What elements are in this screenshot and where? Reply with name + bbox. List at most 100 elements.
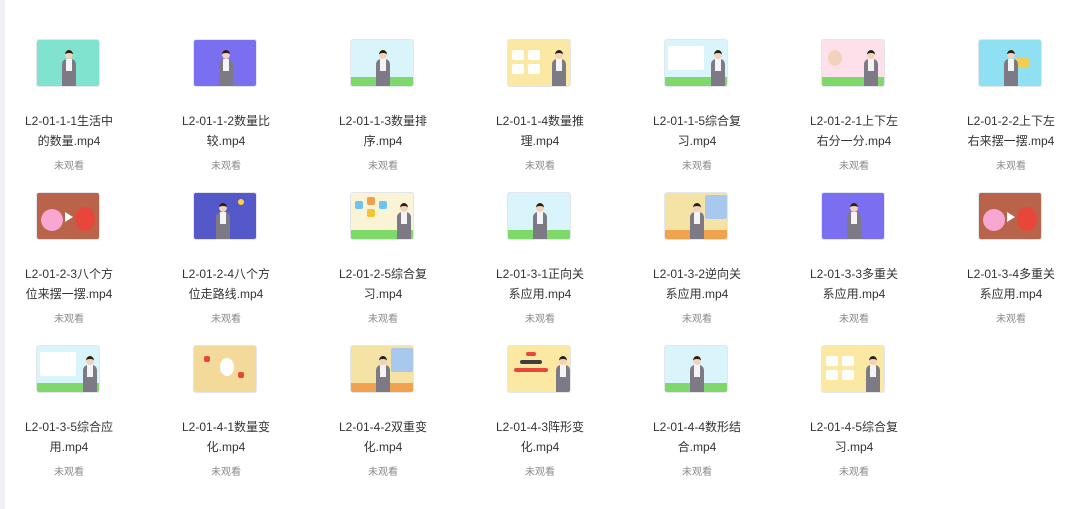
teacher-puzzle-icon (822, 346, 884, 392)
video-thumbnail[interactable] (507, 192, 571, 240)
video-thumbnail[interactable] (36, 345, 100, 393)
watch-status: 未观看 (211, 314, 241, 325)
video-title[interactable]: L2-01-3-3多重关系应用.mp4 (806, 264, 902, 304)
video-tile-16[interactable]: L2-01-4-1数量变化.mp4 未观看 (160, 345, 317, 498)
watch-status: 未观看 (996, 314, 1026, 325)
video-title[interactable]: L2-01-4-5综合复习.mp4 (806, 417, 902, 457)
watch-status: 未观看 (839, 467, 869, 478)
video-thumbnail[interactable] (664, 39, 728, 87)
video-thumbnail[interactable] (193, 345, 257, 393)
teacher-window-icon (351, 346, 413, 392)
video-list-page: L2-01-1-1生活中的数量.mp4 未观看 L2-01-1-2数量比较.mp… (0, 0, 1071, 509)
video-tile-17[interactable]: L2-01-4-2双重变化.mp4 未观看 (317, 345, 474, 498)
video-title[interactable]: L2-01-3-5综合应用.mp4 (21, 417, 117, 457)
teacher-diagram-icon (351, 193, 413, 239)
video-title[interactable]: L2-01-1-5综合复习.mp4 (649, 111, 745, 151)
watch-status: 未观看 (54, 161, 84, 172)
video-thumbnail[interactable] (350, 345, 414, 393)
video-tile-14[interactable]: L2-01-3-4多重关系应用.mp4 未观看 (945, 192, 1071, 345)
game-board-icon (194, 346, 256, 392)
video-tile-7[interactable]: L2-01-2-2上下左右来摆一摆.mp4 未观看 (945, 39, 1071, 192)
video-tile-1[interactable]: L2-01-1-1生活中的数量.mp4 未观看 (3, 39, 160, 192)
video-thumbnail[interactable] (821, 345, 885, 393)
watch-status: 未观看 (525, 314, 555, 325)
video-thumbnail[interactable] (193, 192, 257, 240)
video-thumbnail[interactable] (36, 192, 100, 240)
video-thumbnail[interactable] (507, 345, 571, 393)
video-thumbnail[interactable] (36, 39, 100, 87)
video-thumbnail[interactable] (978, 39, 1042, 87)
video-tile-4[interactable]: L2-01-1-4数量推理.mp4 未观看 (474, 39, 631, 192)
watch-status: 未观看 (839, 314, 869, 325)
video-title[interactable]: L2-01-2-5综合复习.mp4 (335, 264, 431, 304)
video-title[interactable]: L2-01-2-2上下左右来摆一摆.mp4 (963, 111, 1059, 151)
video-title[interactable]: L2-01-4-2双重变化.mp4 (335, 417, 431, 457)
video-tile-10[interactable]: L2-01-2-5综合复习.mp4 未观看 (317, 192, 474, 345)
video-title[interactable]: L2-01-1-4数量推理.mp4 (492, 111, 588, 151)
watch-status: 未观看 (368, 467, 398, 478)
video-title[interactable]: L2-01-2-3八个方位来摆一摆.mp4 (21, 264, 117, 304)
video-title[interactable]: L2-01-1-3数量排序.mp4 (335, 111, 431, 151)
watch-status: 未观看 (682, 467, 712, 478)
video-title[interactable]: L2-01-3-4多重关系应用.mp4 (963, 264, 1059, 304)
video-thumbnail[interactable] (664, 192, 728, 240)
video-thumbnail[interactable] (978, 192, 1042, 240)
watch-status: 未观看 (682, 314, 712, 325)
teacher-sky-icon (508, 193, 570, 239)
video-tile-11[interactable]: L2-01-3-1正向关系应用.mp4 未观看 (474, 192, 631, 345)
video-tile-15[interactable]: L2-01-3-5综合应用.mp4 未观看 (3, 345, 160, 498)
pyramid-pattern-icon (508, 346, 570, 392)
video-title[interactable]: L2-01-4-1数量变化.mp4 (178, 417, 274, 457)
video-tile-8[interactable]: L2-01-2-3八个方位来摆一摆.mp4 未观看 (3, 192, 160, 345)
video-tile-13[interactable]: L2-01-3-3多重关系应用.mp4 未观看 (788, 192, 945, 345)
video-title[interactable]: L2-01-2-4八个方位走路线.mp4 (178, 264, 274, 304)
video-tile-6[interactable]: L2-01-2-1上下左右分一分.mp4 未观看 (788, 39, 945, 192)
watch-status: 未观看 (211, 467, 241, 478)
watch-status: 未观看 (368, 314, 398, 325)
teacher-window-icon (665, 193, 727, 239)
watch-status: 未观看 (682, 161, 712, 172)
teacher-purple-icon (822, 193, 884, 239)
watch-status: 未观看 (211, 161, 241, 172)
video-title[interactable]: L2-01-3-2逆向关系应用.mp4 (649, 264, 745, 304)
video-title[interactable]: L2-01-4-3阵形变化.mp4 (492, 417, 588, 457)
watch-status: 未观看 (368, 161, 398, 172)
watch-status: 未观看 (996, 161, 1026, 172)
video-grid: L2-01-1-1生活中的数量.mp4 未观看 L2-01-1-2数量比较.mp… (3, 39, 1071, 498)
video-tile-2[interactable]: L2-01-1-2数量比较.mp4 未观看 (160, 39, 317, 192)
teacher-board-icon (665, 40, 727, 86)
video-tile-20[interactable]: L2-01-4-5综合复习.mp4 未观看 (788, 345, 945, 498)
video-tile-5[interactable]: L2-01-1-5综合复习.mp4 未观看 (631, 39, 788, 192)
video-title[interactable]: L2-01-2-1上下左右分一分.mp4 (806, 111, 902, 151)
video-tile-18[interactable]: L2-01-4-3阵形变化.mp4 未观看 (474, 345, 631, 498)
video-tile-19[interactable]: L2-01-4-4数形结合.mp4 未观看 (631, 345, 788, 498)
teacher-puzzle-icon (508, 40, 570, 86)
teacher-sky-icon (351, 40, 413, 86)
teacher-sky-icon (665, 346, 727, 392)
watch-status: 未观看 (839, 161, 869, 172)
video-title[interactable]: L2-01-3-1正向关系应用.mp4 (492, 264, 588, 304)
video-thumbnail[interactable] (193, 39, 257, 87)
watch-status: 未观看 (54, 467, 84, 478)
video-tile-12[interactable]: L2-01-3-2逆向关系应用.mp4 未观看 (631, 192, 788, 345)
video-thumbnail[interactable] (507, 39, 571, 87)
watch-status: 未观看 (54, 314, 84, 325)
teacher-cartoon-pink-icon (822, 40, 884, 86)
teacher-purple-icon (194, 40, 256, 86)
cartoon-characters-icon (37, 193, 99, 239)
video-thumbnail[interactable] (821, 39, 885, 87)
cartoon-characters-icon (979, 193, 1041, 239)
teacher-blue-icon (979, 40, 1041, 86)
video-thumbnail[interactable] (821, 192, 885, 240)
teacher-indigo-icon (194, 193, 256, 239)
video-tile-9[interactable]: L2-01-2-4八个方位走路线.mp4 未观看 (160, 192, 317, 345)
video-thumbnail[interactable] (664, 345, 728, 393)
video-title[interactable]: L2-01-4-4数形结合.mp4 (649, 417, 745, 457)
video-title[interactable]: L2-01-1-1生活中的数量.mp4 (21, 111, 117, 151)
video-thumbnail[interactable] (350, 39, 414, 87)
watch-status: 未观看 (525, 467, 555, 478)
video-tile-3[interactable]: L2-01-1-3数量排序.mp4 未观看 (317, 39, 474, 192)
video-thumbnail[interactable] (350, 192, 414, 240)
watch-status: 未观看 (525, 161, 555, 172)
video-title[interactable]: L2-01-1-2数量比较.mp4 (178, 111, 274, 151)
